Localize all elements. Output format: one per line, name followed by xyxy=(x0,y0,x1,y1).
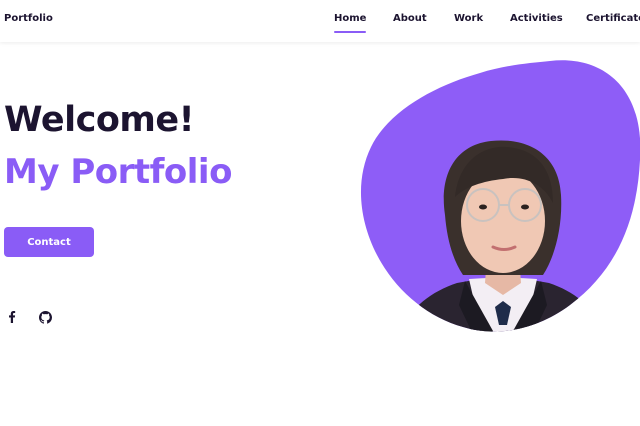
nav-link-activities[interactable]: Activities xyxy=(510,13,563,24)
nav-link-about[interactable]: About xyxy=(393,13,427,24)
profile-portrait xyxy=(361,60,640,332)
portfolio-subtitle: My Portfolio xyxy=(4,152,232,192)
facebook-icon xyxy=(9,311,16,323)
nav-link-certificate[interactable]: Certificate xyxy=(586,13,640,24)
top-navbar: Portfolio Home About Work Activities Cer… xyxy=(0,0,640,42)
contact-button[interactable]: Contact xyxy=(4,227,94,257)
nav-link-work[interactable]: Work xyxy=(454,13,483,24)
welcome-heading: Welcome! xyxy=(4,100,195,140)
hero-image xyxy=(355,55,640,340)
nav-link-home[interactable]: Home xyxy=(334,13,367,33)
github-icon xyxy=(38,310,52,324)
facebook-link[interactable] xyxy=(4,309,20,325)
github-link[interactable] xyxy=(37,309,53,325)
brand-logo-text[interactable]: Portfolio xyxy=(4,13,53,24)
